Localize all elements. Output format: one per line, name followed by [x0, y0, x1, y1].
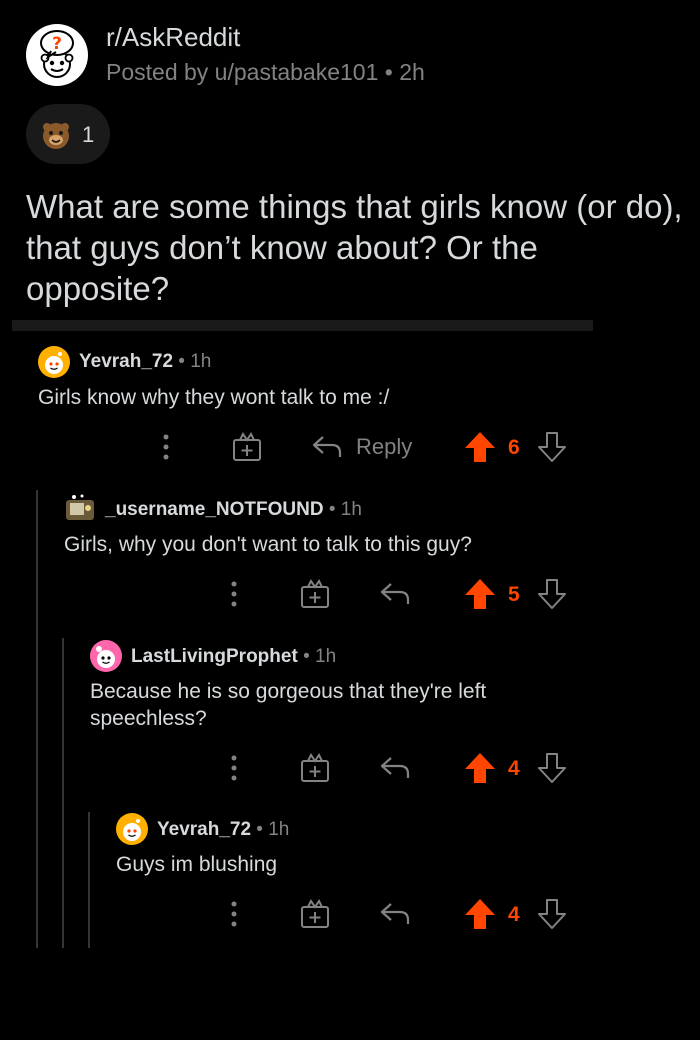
gift-icon [301, 579, 329, 608]
comment-username[interactable]: _username_NOTFOUND [105, 499, 324, 520]
comment-header[interactable]: LastLivingProphet • 1h [131, 646, 336, 668]
comment-header[interactable]: _username_NOTFOUND • 1h [105, 499, 362, 521]
snoo-avatar-icon [116, 813, 148, 845]
comment-body: Guys im blushing [116, 853, 278, 876]
upvote-button[interactable] [464, 751, 496, 785]
upvote-button[interactable] [464, 430, 496, 464]
post-meta[interactable]: Posted by u/pastabake101 • 2h [106, 59, 425, 86]
vote-count: 4 [508, 757, 520, 780]
downvote-icon [538, 432, 566, 462]
give-award-button[interactable] [298, 577, 332, 611]
more-options-icon [163, 434, 169, 460]
vote-count: 4 [508, 903, 520, 926]
downvote-icon [538, 579, 566, 609]
divider [12, 320, 593, 331]
gift-icon [301, 899, 329, 928]
reply-button[interactable] [378, 579, 412, 609]
comment-time: • 1h [297, 646, 337, 667]
gift-icon [233, 432, 261, 461]
snoo-avatar-icon [38, 346, 70, 378]
give-award-button[interactable] [298, 897, 332, 931]
upvote-button[interactable] [464, 577, 496, 611]
more-options-button[interactable] [224, 899, 244, 929]
more-options-button[interactable] [156, 432, 176, 462]
comment-body: Because he is so gorgeous that they're l… [90, 680, 487, 730]
thread-line[interactable] [88, 812, 90, 948]
reply-icon [380, 903, 410, 924]
comment-username[interactable]: LastLivingProphet [131, 646, 298, 667]
award-count: 1 [82, 122, 95, 147]
comment-header[interactable]: Yevrah_72 • 1h [79, 351, 211, 373]
downvote-button[interactable] [536, 751, 568, 785]
subreddit-name[interactable]: r/AskReddit [106, 22, 240, 53]
reply-icon [380, 757, 410, 778]
reply-button[interactable] [378, 899, 412, 929]
comment-body: Girls know why they wont talk to me :/ [38, 386, 390, 409]
more-options-icon [231, 755, 237, 781]
downvote-icon [538, 753, 566, 783]
user-avatar[interactable] [64, 492, 96, 524]
gift-icon [301, 753, 329, 782]
upvote-icon [465, 899, 495, 929]
more-options-button[interactable] [224, 579, 244, 609]
upvote-icon [465, 753, 495, 783]
post-title: What are some things that girls know (or… [26, 188, 683, 307]
reply-button[interactable] [378, 753, 412, 783]
comment-username[interactable]: Yevrah_72 [79, 351, 173, 372]
reply-button[interactable]: Reply [310, 430, 420, 464]
comment-time: • 1h [323, 499, 362, 520]
give-award-button[interactable] [230, 430, 264, 464]
award-icon [43, 123, 69, 149]
snoo-avatar-icon [66, 494, 94, 520]
award-badge[interactable]: 1 [26, 104, 110, 164]
user-avatar[interactable] [38, 346, 70, 378]
vote-count: 6 [508, 436, 520, 459]
subreddit-avatar[interactable]: ? [26, 24, 88, 86]
askreddit-icon: ? [26, 24, 88, 86]
upvote-button[interactable] [464, 897, 496, 931]
comment-time: • 1h [251, 819, 290, 840]
reply-label: Reply [356, 434, 413, 459]
comment-body: Girls, why you don't want to talk to thi… [64, 533, 472, 556]
upvote-icon [465, 579, 495, 609]
downvote-button[interactable] [536, 897, 568, 931]
comment-header[interactable]: Yevrah_72 • 1h [157, 819, 289, 841]
give-award-button[interactable] [298, 751, 332, 785]
vote-count: 5 [508, 583, 520, 606]
more-options-icon [231, 581, 237, 607]
more-options-icon [231, 901, 237, 927]
svg-text:?: ? [52, 34, 62, 54]
downvote-button[interactable] [536, 577, 568, 611]
snoo-avatar-icon [90, 640, 122, 672]
user-avatar[interactable] [116, 813, 148, 845]
reply-icon [312, 436, 342, 457]
comment-time: • 1h [173, 351, 212, 372]
comment-username[interactable]: Yevrah_72 [157, 819, 251, 840]
thread-line[interactable] [36, 490, 38, 948]
downvote-button[interactable] [536, 430, 568, 464]
thread-line[interactable] [62, 638, 64, 948]
downvote-icon [538, 899, 566, 929]
reply-icon [380, 583, 410, 604]
more-options-button[interactable] [224, 753, 244, 783]
user-avatar[interactable] [90, 640, 122, 672]
upvote-icon [465, 432, 495, 462]
